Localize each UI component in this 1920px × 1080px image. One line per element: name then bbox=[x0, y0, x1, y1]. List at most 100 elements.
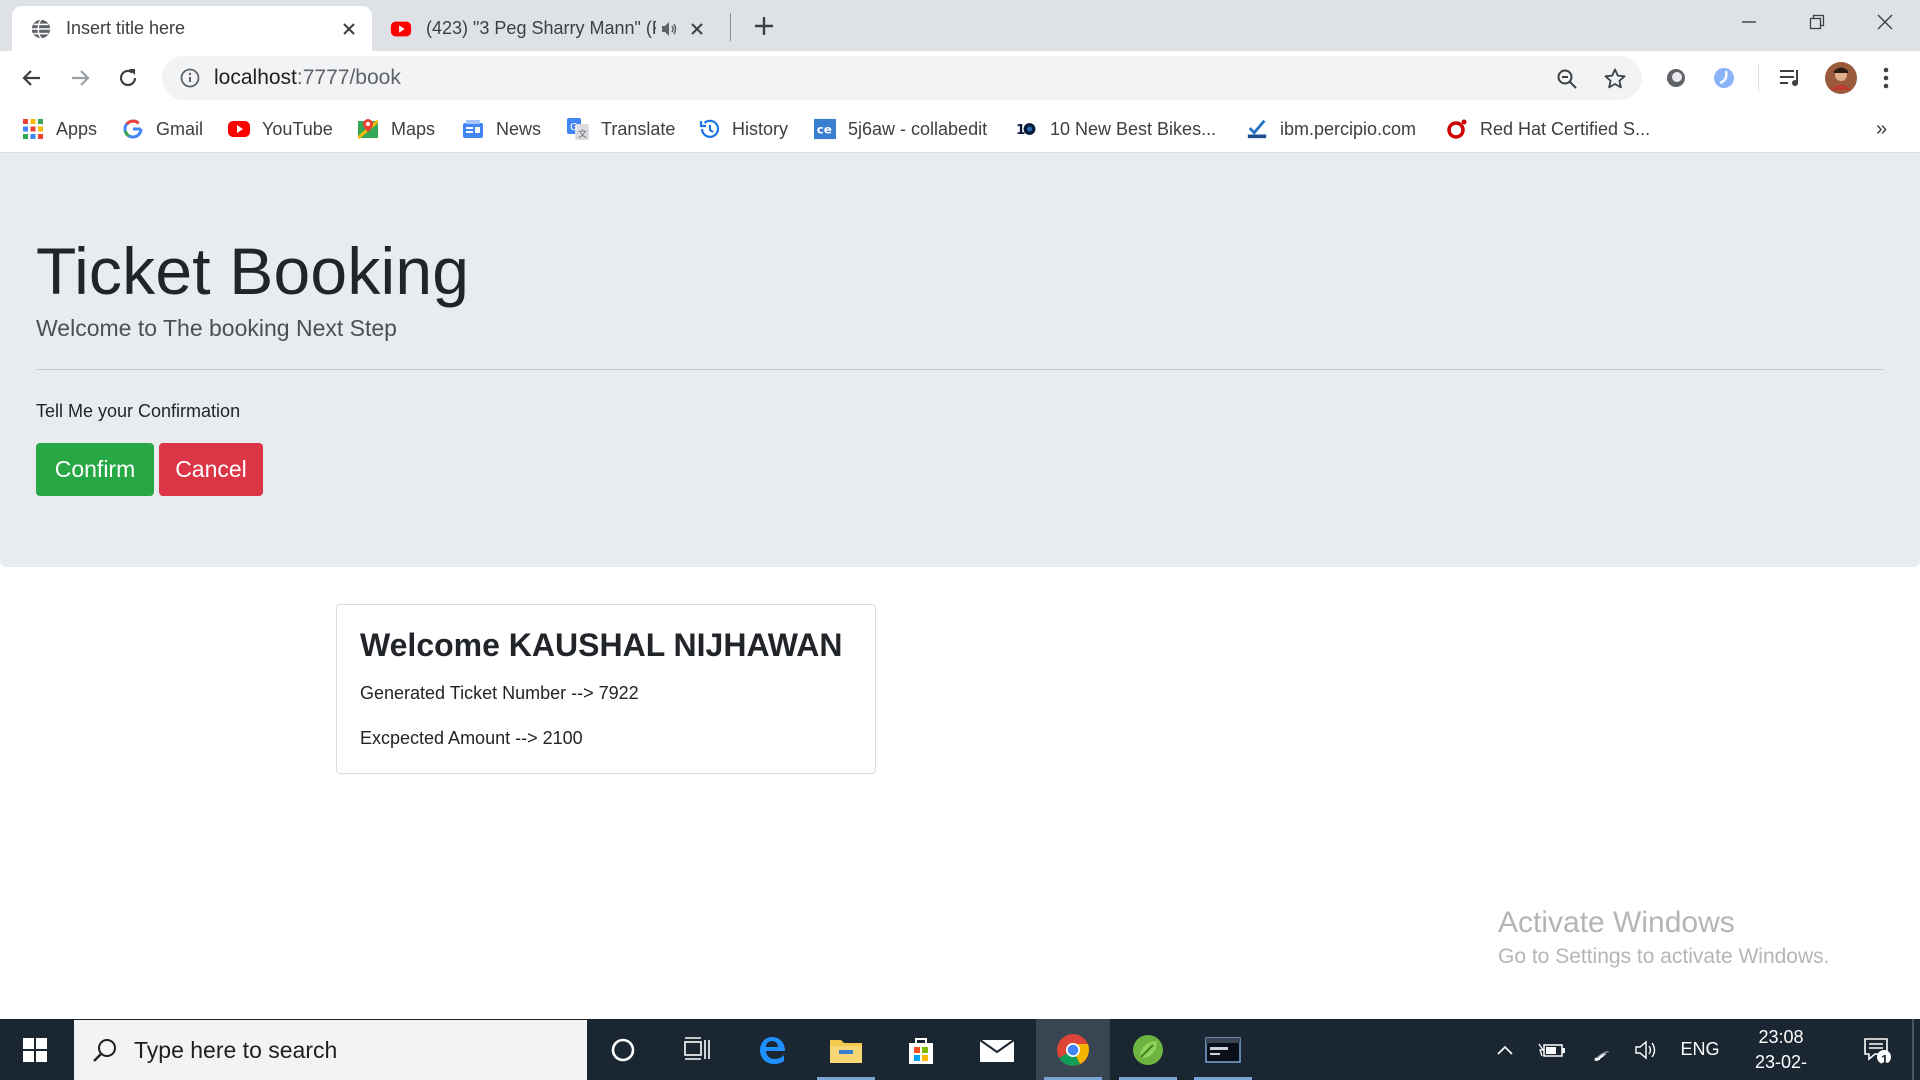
search-icon bbox=[90, 1035, 120, 1065]
bookmark-label: ibm.percipio.com bbox=[1280, 118, 1417, 139]
wifi-icon bbox=[1592, 1050, 1609, 1061]
bookmark-bikes[interactable]: 1 10 New Best Bikes... bbox=[1016, 114, 1216, 144]
show-hidden-icons-button[interactable] bbox=[1490, 1019, 1520, 1080]
spring-tool-suite-app[interactable] bbox=[1111, 1019, 1185, 1080]
back-button[interactable] bbox=[14, 60, 50, 96]
new-tab-button[interactable] bbox=[748, 10, 780, 42]
notification-count: 1 bbox=[1881, 1052, 1889, 1067]
restore-button[interactable] bbox=[1782, 0, 1852, 44]
bookmark-label: Gmail bbox=[156, 118, 204, 139]
minimize-button[interactable] bbox=[1714, 0, 1784, 44]
tab-insert-title[interactable]: Insert title here bbox=[12, 6, 372, 51]
news-icon bbox=[462, 118, 484, 140]
bookmark-gmail[interactable]: Gmail bbox=[122, 114, 203, 144]
tab-title: Insert title here bbox=[66, 18, 186, 38]
search-placeholder: Type here to search bbox=[134, 1036, 338, 1063]
tab-youtube[interactable]: (423) "3 Peg Sharry Mann" (F bbox=[380, 6, 720, 51]
page-title: Ticket Booking bbox=[36, 234, 470, 308]
cancel-button[interactable]: Cancel bbox=[159, 443, 263, 496]
globe-icon bbox=[31, 18, 51, 39]
bookmarks-overflow-button[interactable]: » bbox=[1876, 114, 1887, 144]
bookmark-youtube[interactable]: YouTube bbox=[228, 114, 333, 144]
close-icon bbox=[1877, 14, 1893, 30]
divider bbox=[36, 369, 1884, 370]
edge-app[interactable] bbox=[735, 1019, 809, 1080]
address-bar[interactable]: localhost:7777/book bbox=[162, 56, 1642, 100]
avatar[interactable] bbox=[1824, 61, 1858, 95]
bookmark-label: Maps bbox=[391, 118, 436, 139]
url-host: localhost bbox=[214, 66, 297, 89]
task-view-button[interactable] bbox=[660, 1019, 734, 1080]
media-controls-icon[interactable] bbox=[1776, 64, 1804, 92]
bookmark-translate[interactable]: G文 Translate bbox=[567, 114, 675, 144]
kebab-menu-icon[interactable] bbox=[1872, 64, 1900, 92]
url-text[interactable]: localhost:7777/book bbox=[214, 66, 401, 90]
taskbar-search-box[interactable]: Type here to search bbox=[74, 1020, 587, 1080]
mysql-app[interactable] bbox=[1186, 1019, 1260, 1080]
reload-icon bbox=[119, 69, 137, 87]
input-language[interactable]: ENG bbox=[1680, 1019, 1720, 1080]
bookmark-news[interactable]: News bbox=[462, 114, 541, 144]
browser-toolbar: localhost:7777/book bbox=[0, 51, 1920, 105]
url-path: :7777/book bbox=[296, 66, 401, 89]
chrome-app[interactable] bbox=[1036, 1019, 1110, 1080]
bookmark-star-icon[interactable] bbox=[1602, 66, 1628, 92]
extension-swirl-icon[interactable] bbox=[1710, 64, 1738, 92]
jumbotron: Ticket Booking Welcome to The booking Ne… bbox=[0, 153, 1920, 567]
action-center-button[interactable]: 1 bbox=[1854, 1019, 1900, 1080]
toolbar-divider bbox=[1758, 65, 1759, 91]
bookmark-label: News bbox=[496, 118, 542, 139]
reload-button[interactable] bbox=[110, 60, 146, 96]
tab-title: (423) "3 Peg Sharry Mann" (F bbox=[426, 18, 656, 38]
windows-logo-icon bbox=[23, 1037, 47, 1062]
redhat-icon bbox=[1446, 118, 1468, 140]
volume-button[interactable] bbox=[1630, 1019, 1664, 1080]
store-app[interactable] bbox=[884, 1019, 958, 1080]
info-icon[interactable] bbox=[178, 66, 202, 90]
expected-amount-text: Excpected Amount --> 2100 bbox=[360, 728, 583, 748]
bookmark-history[interactable]: History bbox=[698, 114, 788, 144]
ticket-card: Welcome KAUSHAL NIJHAWAN Generated Ticke… bbox=[336, 604, 876, 774]
percipio-icon bbox=[1246, 118, 1268, 140]
bookmark-redhat[interactable]: Red Hat Certified S... bbox=[1446, 114, 1650, 144]
bookmark-percipio[interactable]: ibm.percipio.com bbox=[1246, 114, 1416, 144]
youtube-icon bbox=[228, 118, 250, 140]
speaker-icon[interactable] bbox=[656, 21, 682, 37]
tab-strip: Insert title here (423) "3 Peg Sharry Ma… bbox=[0, 0, 1920, 51]
ce-icon: ce bbox=[814, 118, 836, 140]
tab-divider bbox=[730, 13, 731, 41]
mail-app[interactable] bbox=[960, 1019, 1034, 1080]
mysql-terminal-icon bbox=[1205, 1036, 1241, 1063]
file-explorer-app[interactable] bbox=[809, 1019, 883, 1080]
cortana-icon bbox=[611, 1038, 635, 1061]
bookmark-maps[interactable]: Maps bbox=[357, 114, 435, 144]
edge-icon bbox=[760, 1036, 785, 1064]
close-tab-icon[interactable] bbox=[682, 14, 712, 44]
extension-circle-icon[interactable] bbox=[1662, 64, 1690, 92]
activate-windows-subtitle: Go to Settings to activate Windows. bbox=[1498, 945, 1830, 968]
forward-button[interactable] bbox=[62, 60, 98, 96]
clock-date: 23-02-2020 bbox=[1754, 1052, 1808, 1080]
close-window-button[interactable] bbox=[1850, 0, 1920, 44]
mail-icon bbox=[979, 1038, 1015, 1062]
start-button[interactable] bbox=[0, 1019, 70, 1080]
cortana-button[interactable] bbox=[586, 1019, 660, 1080]
bookmark-apps[interactable]: Apps bbox=[22, 114, 97, 144]
youtube-icon bbox=[390, 21, 412, 36]
plus-icon bbox=[755, 17, 773, 35]
confirm-button[interactable]: Confirm bbox=[36, 443, 154, 496]
maps-icon bbox=[357, 118, 379, 140]
taskbar-clock[interactable]: 23:08 23-02-2020 bbox=[1735, 1025, 1827, 1080]
show-desktop-button[interactable] bbox=[1912, 1019, 1914, 1080]
bookmark-label: 5j6aw - collabedit bbox=[848, 118, 988, 139]
spring-leaf-icon bbox=[1133, 1034, 1163, 1065]
zoom-icon[interactable] bbox=[1554, 66, 1580, 92]
bookmark-collabedit[interactable]: ce 5j6aw - collabedit bbox=[814, 114, 987, 144]
svg-text:G: G bbox=[570, 122, 578, 133]
battery-button[interactable] bbox=[1536, 1019, 1568, 1080]
network-button[interactable] bbox=[1584, 1019, 1618, 1080]
arrow-right-icon bbox=[72, 70, 90, 86]
clock-time: 23:08 bbox=[1758, 1027, 1804, 1047]
battery-icon bbox=[1538, 1043, 1565, 1057]
close-tab-icon[interactable] bbox=[334, 14, 364, 44]
